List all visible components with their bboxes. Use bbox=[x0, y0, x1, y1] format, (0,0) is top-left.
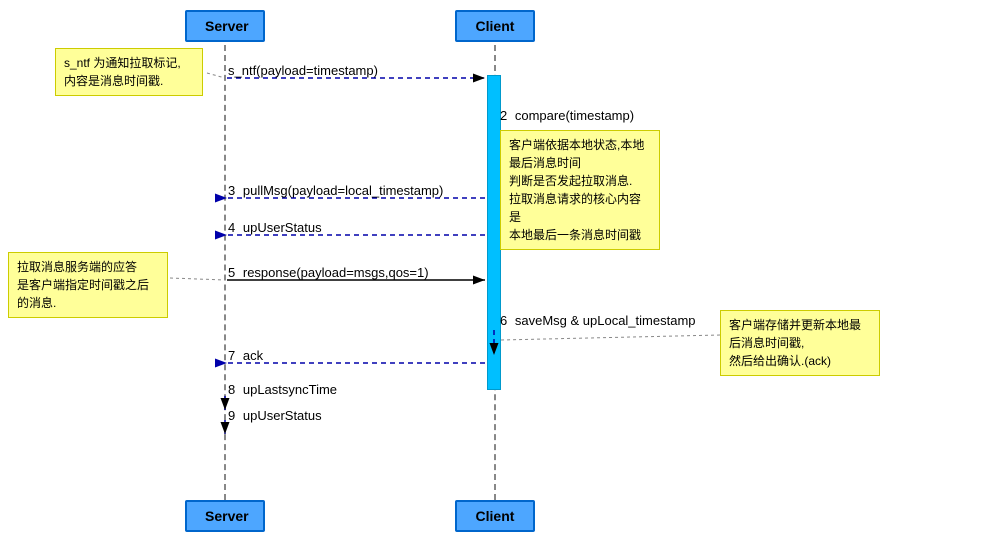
actor-server-top: Server bbox=[185, 10, 265, 42]
msg-label-2: 2 compare(timestamp) bbox=[500, 108, 634, 123]
msg-label-5: 5 response(payload=msgs,qos=1) bbox=[228, 265, 429, 280]
msg-label-1: s_ntf(payload=timestamp) bbox=[228, 63, 378, 78]
actor-server-bottom: Server bbox=[185, 500, 265, 532]
diagram-container: Server Client Server Client bbox=[0, 0, 987, 543]
msg-label-8: 8 upLastsyncTime bbox=[228, 382, 337, 397]
actor-client-bottom: Client bbox=[455, 500, 535, 532]
actor-client-top: Client bbox=[455, 10, 535, 42]
msg-label-4: 4 upUserStatus bbox=[228, 220, 322, 235]
client-activation-bar bbox=[487, 75, 501, 390]
msg-label-3: 3 pullMsg(payload=local_timestamp) bbox=[228, 183, 443, 198]
annotation-3: 拉取消息服务端的应答是客户端指定时间戳之后的消息. bbox=[8, 252, 168, 318]
server-lifeline bbox=[224, 45, 226, 500]
msg-label-6: 6 saveMsg & upLocal_timestamp bbox=[500, 313, 696, 328]
msg-label-9: 9 upUserStatus bbox=[228, 408, 322, 423]
msg-label-7: 7 ack bbox=[228, 348, 263, 363]
annotation-4: 客户端存储并更新本地最后消息时间戳,然后给出确认.(ack) bbox=[720, 310, 880, 376]
annotation-2: 客户端依据本地状态,本地最后消息时间判断是否发起拉取消息.拉取消息请求的核心内容… bbox=[500, 130, 660, 250]
annotation-1: s_ntf 为通知拉取标记,内容是消息时间戳. bbox=[55, 48, 203, 96]
